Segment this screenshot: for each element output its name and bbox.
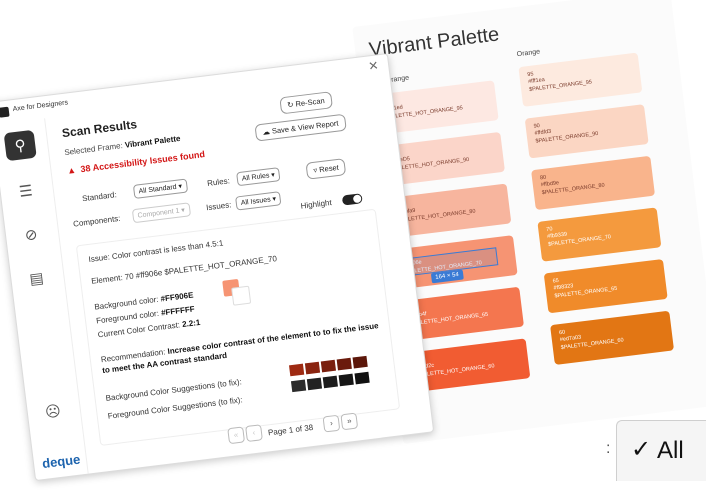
suggestion-swatch[interactable] [336,357,352,371]
issue-text: Issue: Color contrast is less than 4.5:1 [88,238,224,264]
scan-icon[interactable]: ⚲ [3,129,37,162]
scan-results-heading: Scan Results [61,117,138,141]
swatch[interactable]: 80 #ffbd9e $PALETTE_ORANGE_80 [531,155,656,211]
suggestion-swatch[interactable] [290,379,307,393]
suggestion-swatch[interactable] [322,375,338,389]
chevron-down-icon: ▾ [180,206,186,215]
components-label: Components: [72,213,121,229]
list-icon[interactable]: ☰ [9,175,42,206]
suggestion-swatch[interactable] [289,363,305,377]
standard-label: Standard: [81,190,118,204]
face-icon[interactable]: ☹ [36,396,69,427]
save-view-report-button[interactable]: ☁ Save & View Report [254,113,347,142]
reset-button[interactable]: ▿ Reset [305,158,347,180]
standard-select[interactable]: All Standard ▾ [132,178,188,199]
page-indicator: Page 1 of 38 [267,422,314,438]
warning-icon: ▲ [66,164,77,176]
column-label-orange: Orange [516,48,541,59]
close-icon[interactable]: × [368,57,379,76]
last-page-button[interactable]: » [340,412,359,431]
rules-select[interactable]: All Rules ▾ [236,167,281,187]
suggestion-swatch[interactable] [306,377,323,391]
issue-card: Issue: Color contrast is less than 4.5:1… [75,208,401,446]
suggestion-swatch[interactable] [338,373,354,387]
suggestion-swatch[interactable] [320,359,337,373]
checkmark-icon: ✓ [631,436,652,463]
dropdown-option-all[interactable]: ✓ All [616,420,706,481]
foreground-color-chip [231,285,252,306]
chevron-down-icon: ▾ [270,171,276,180]
suggestion-swatch[interactable] [304,361,321,375]
chevron-down-icon: ▾ [272,195,277,204]
rules-label: Rules: [206,176,231,188]
scene: Vibrant Palette Hot Orange Orange 95 #fe… [0,0,706,499]
highlight-toggle[interactable] [341,193,363,206]
comment-icon[interactable]: ▤ [20,263,53,294]
swatch[interactable]: 60 #ed7a03 $PALETTE_ORANGE_60 [550,310,675,365]
issues-select[interactable]: All Issues ▾ [235,191,282,211]
deque-logo: deque [41,451,82,472]
fg-suggestion-swatches [290,371,370,393]
main-panel: Scan Results ↻ Re-Scan ☁ Save & View Rep… [52,77,427,473]
swatch[interactable]: 90 #ffdfd3 $PALETTE_ORANGE_90 [524,104,649,159]
app-logo-icon [0,106,10,118]
components-select[interactable]: Component 1 ▾ [131,202,191,224]
highlight-label: Highlight [300,197,333,211]
issues-label: Issues: [205,200,232,213]
swatch[interactable]: 70 #fb9339 $PALETTE_ORANGE_70 [537,207,662,262]
rescan-button[interactable]: ↻ Re-Scan [279,91,333,115]
eye-off-icon[interactable]: ⊘ [15,219,48,250]
suggestion-swatch[interactable] [354,371,370,385]
chevron-down-icon: ▾ [178,183,183,191]
colon-separator: : [606,440,611,457]
swatch[interactable]: 65 #f98323 $PALETTE_ORANGE_65 [543,259,668,314]
prev-page-button[interactable]: ‹ [245,424,263,443]
plugin-window: Axe for Designers × ⚲ ☰ ⊘ ▤ ☹ deque Scan… [0,53,435,482]
first-page-button[interactable]: « [227,426,246,445]
app-title: Axe for Designers [12,99,69,114]
suggestion-swatch[interactable] [352,355,368,369]
next-page-button[interactable]: › [322,414,341,433]
swatch[interactable]: 95 #fff1ea $PALETTE_ORANGE_95 [518,52,643,107]
